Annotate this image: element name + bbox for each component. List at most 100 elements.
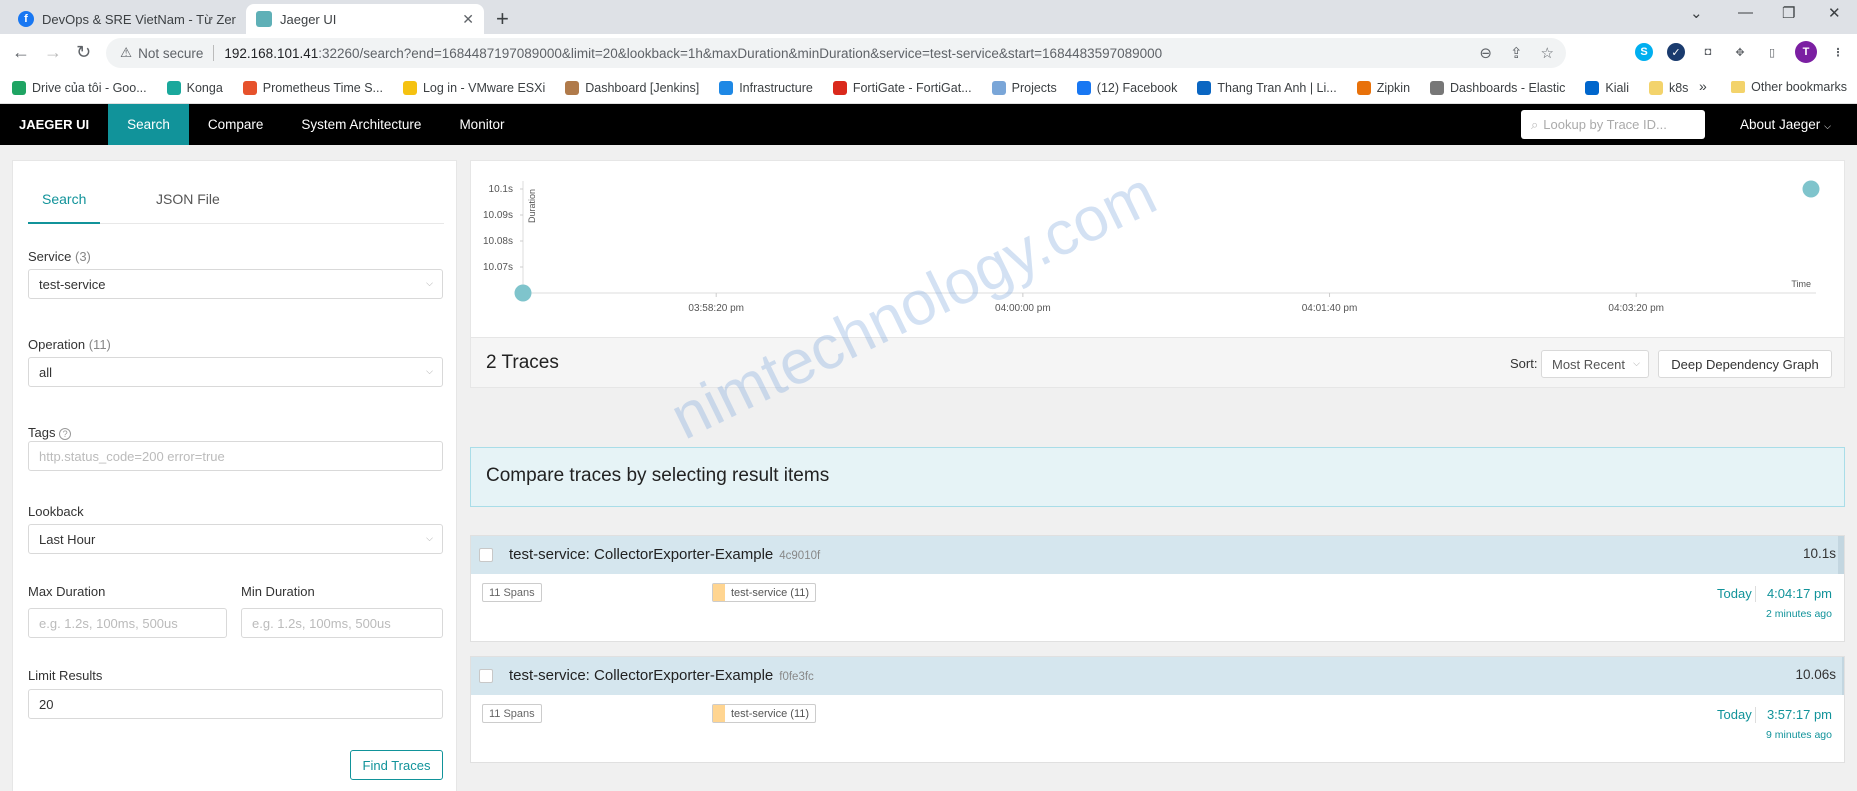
- bookmark-item[interactable]: Zipkin: [1356, 80, 1410, 95]
- browser-tab-bar: f DevOps & SRE VietNam - Từ Zer Jaeger U…: [0, 0, 1857, 34]
- service-select[interactable]: test-service ⌵: [28, 269, 443, 299]
- skype-icon[interactable]: S: [1635, 43, 1653, 61]
- sort-label: Sort:: [1510, 356, 1538, 371]
- main-content: Search JSON File Service (3) test-servic…: [0, 145, 1857, 791]
- menu-icon[interactable]: ⋮: [1829, 43, 1847, 61]
- tab-search-icon[interactable]: ⌄: [1690, 4, 1703, 22]
- nav-compare[interactable]: Compare: [189, 104, 283, 145]
- bookmark-item[interactable]: Dashboard [Jenkins]: [565, 80, 699, 95]
- tab-json-file[interactable]: JSON File: [156, 191, 220, 207]
- check-extension-icon[interactable]: ✓: [1667, 43, 1685, 61]
- bookmark-item[interactable]: k8s: [1648, 80, 1688, 95]
- find-traces-button[interactable]: Find Traces: [350, 750, 443, 780]
- camera-icon[interactable]: ◘: [1699, 43, 1717, 61]
- share-icon[interactable]: ⇪: [1510, 44, 1523, 62]
- bookmark-item[interactable]: Konga: [166, 80, 223, 95]
- bookmark-item[interactable]: Dashboards - Elastic: [1430, 80, 1565, 95]
- lookback-select[interactable]: Last Hour ⌵: [28, 524, 443, 554]
- bookmark-label: (12) Facebook: [1096, 80, 1178, 95]
- lookback-label: Lookback: [28, 504, 84, 519]
- bookmark-item[interactable]: Infrastructure: [719, 80, 813, 95]
- folder-icon: [1731, 81, 1746, 93]
- operation-value: all: [39, 364, 53, 380]
- zoom-icon[interactable]: ⊖: [1479, 44, 1492, 62]
- trace-start-time: 3:57:17 pm: [1766, 707, 1832, 722]
- back-icon[interactable]: ←: [12, 42, 30, 63]
- tags-label: Tags ?: [28, 425, 72, 440]
- tab-title: DevOps & SRE VietNam - Từ Zer: [42, 11, 236, 27]
- bookmark-item[interactable]: FortiGate - FortiGat...: [832, 80, 972, 95]
- minimize-icon[interactable]: —: [1738, 4, 1753, 21]
- deep-dependency-graph-button[interactable]: Deep Dependency Graph: [1658, 350, 1832, 378]
- tags-input[interactable]: http.status_code=200 error=true: [28, 441, 443, 471]
- service-label: Service (3): [28, 249, 91, 264]
- about-label: About Jaeger: [1740, 117, 1821, 132]
- limit-results-input[interactable]: 20: [28, 689, 443, 719]
- sort-select[interactable]: Most Recent ⌵: [1541, 350, 1649, 378]
- trace-id-lookup-input[interactable]: ⌕ Lookup by Trace ID...: [1521, 110, 1705, 139]
- span-count-tag: 11 Spans: [482, 583, 542, 602]
- trace-select-checkbox[interactable]: [479, 548, 493, 562]
- bookmark-icon: [1356, 80, 1371, 95]
- bookmark-star-icon[interactable]: ☆: [1541, 44, 1554, 62]
- bookmarks-overflow-icon[interactable]: »: [1699, 78, 1707, 94]
- max-duration-input[interactable]: e.g. 1.2s, 100ms, 500us: [28, 608, 227, 638]
- operation-select[interactable]: all ⌵: [28, 357, 443, 387]
- min-duration-input[interactable]: e.g. 1.2s, 100ms, 500us: [241, 608, 443, 638]
- bookmark-item[interactable]: Prometheus Time S...: [242, 80, 383, 95]
- bookmark-icon: [991, 80, 1006, 95]
- address-row: ← → ↻ ⚠ Not secure 192.168.101.41 :32260…: [0, 34, 1857, 72]
- trace-point[interactable]: [1802, 180, 1820, 198]
- trace-day: Today: [1717, 707, 1752, 722]
- address-bar[interactable]: ⚠ Not secure 192.168.101.41 :32260/searc…: [106, 38, 1566, 68]
- restore-icon[interactable]: ❐: [1782, 4, 1795, 22]
- extensions-icon[interactable]: ✥: [1731, 43, 1749, 61]
- browser-tab-jaeger[interactable]: Jaeger UI ✕: [246, 4, 484, 34]
- x-axis-label: Time: [1791, 279, 1811, 289]
- bookmark-icon: [719, 80, 734, 95]
- scatter-plot: 10.1s 10.09s 10.08s 10.07s 03:58:20 pm 04:00:…: [483, 180, 1820, 314]
- trace-title[interactable]: test-service: CollectorExporter-Example f…: [509, 667, 814, 684]
- bookmark-icon: [565, 80, 580, 95]
- nav-monitor[interactable]: Monitor: [440, 104, 523, 145]
- service-count: (3): [74, 249, 91, 264]
- bookmark-item[interactable]: Log in - VMware ESXi: [402, 80, 545, 95]
- forward-icon[interactable]: →: [44, 42, 62, 63]
- nav-system-architecture[interactable]: System Architecture: [282, 104, 440, 145]
- trace-result-item[interactable]: test-service: CollectorExporter-Example 4…: [470, 535, 1845, 642]
- bookmark-icon: [242, 80, 257, 95]
- new-tab-button[interactable]: +: [496, 6, 509, 32]
- bookmark-label: Kiali: [1605, 80, 1629, 95]
- bookmark-item[interactable]: Projects: [991, 80, 1057, 95]
- trace-select-checkbox[interactable]: [479, 669, 493, 683]
- trace-duration: 10.1s: [1802, 546, 1836, 561]
- bookmark-label: Thang Tran Anh | Li...: [1217, 80, 1337, 95]
- tab-search[interactable]: Search: [42, 191, 86, 207]
- bookmark-item[interactable]: Kiali: [1585, 80, 1629, 95]
- max-duration-placeholder: e.g. 1.2s, 100ms, 500us: [39, 615, 178, 631]
- jaeger-brand[interactable]: JAEGER UI: [0, 104, 108, 145]
- tab-title: Jaeger UI: [280, 11, 337, 27]
- compare-text: Compare traces by selecting result items: [486, 465, 830, 486]
- trace-result-item[interactable]: test-service: CollectorExporter-Example f…: [470, 656, 1845, 763]
- chevron-down-icon: ⌵: [1824, 121, 1831, 131]
- trace-title[interactable]: test-service: CollectorExporter-Example 4…: [509, 546, 820, 563]
- close-window-icon[interactable]: ✕: [1828, 4, 1841, 22]
- bookmark-item[interactable]: Thang Tran Anh | Li...: [1197, 80, 1337, 95]
- reload-icon[interactable]: ↻: [76, 42, 91, 63]
- help-icon[interactable]: ?: [59, 428, 72, 440]
- sidebar-icon[interactable]: ▯: [1763, 43, 1781, 61]
- about-jaeger-menu[interactable]: About Jaeger ⌵: [1740, 104, 1831, 145]
- profile-avatar[interactable]: T: [1795, 41, 1817, 63]
- trace-start-time: 4:04:17 pm: [1766, 586, 1832, 601]
- service-tag-label: test-service (11): [731, 707, 810, 720]
- other-bookmarks[interactable]: Other bookmarks: [1731, 80, 1847, 94]
- nav-search[interactable]: Search: [108, 104, 189, 145]
- browser-tab-devops[interactable]: f DevOps & SRE VietNam - Từ Zer: [8, 4, 246, 34]
- min-duration-placeholder: e.g. 1.2s, 100ms, 500us: [252, 615, 391, 631]
- bookmark-label: Prometheus Time S...: [262, 80, 383, 95]
- bookmark-item[interactable]: Drive của tôi - Goo...: [12, 80, 147, 95]
- trace-point[interactable]: [514, 284, 532, 302]
- bookmark-item[interactable]: (12) Facebook: [1076, 80, 1178, 95]
- close-tab-icon[interactable]: ✕: [462, 11, 474, 28]
